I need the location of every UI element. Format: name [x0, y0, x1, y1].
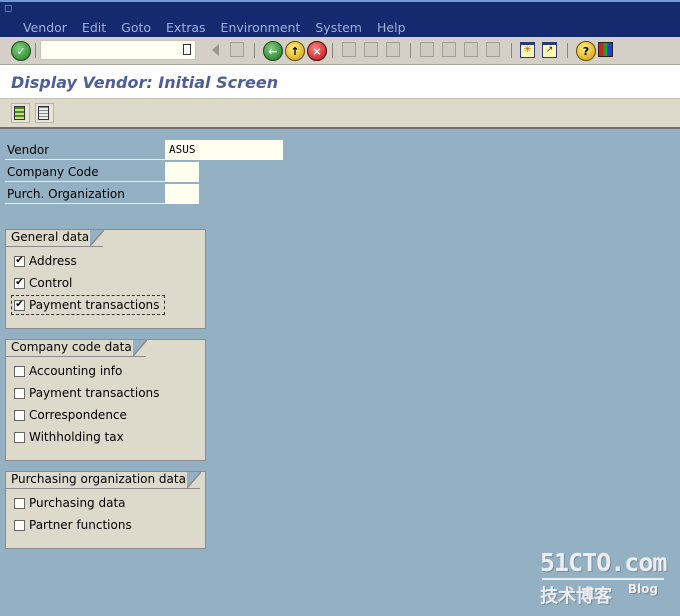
menu-vendor[interactable]: Vendor: [23, 20, 67, 35]
group-title: Purchasing organization data: [6, 472, 201, 489]
checkbox-control[interactable]: ✔ Control: [14, 276, 72, 290]
purch-org-row: Purch. Organization: [5, 184, 165, 204]
toolbar-separator: [332, 43, 333, 58]
back-icon[interactable]: ←: [263, 41, 283, 61]
checkbox-box[interactable]: ✔: [14, 277, 25, 289]
checkbox-label: Purchasing data: [29, 496, 126, 510]
menu-system[interactable]: System: [315, 20, 362, 35]
previous-page-icon[interactable]: [442, 42, 456, 57]
system-menu-icon[interactable]: ◻: [4, 4, 16, 14]
vendor-row: Vendor: [5, 140, 165, 160]
checkbox-label: Withholding tax: [29, 430, 124, 444]
menu-list: Vendor Edit Goto Extras Environment Syst…: [23, 20, 421, 35]
checkbox-box[interactable]: [14, 519, 25, 531]
enter-icon[interactable]: ✓: [11, 41, 31, 61]
create-session-icon[interactable]: ✳: [520, 42, 535, 58]
checkbox-accounting-info[interactable]: Accounting info: [14, 364, 122, 378]
next-page-icon[interactable]: [464, 42, 478, 57]
purchasing-org-data-group: Purchasing organization data Purchasing …: [5, 471, 206, 549]
help-icon[interactable]: ?: [576, 41, 596, 61]
deselect-all-button[interactable]: [35, 103, 54, 123]
last-page-icon[interactable]: [486, 42, 500, 57]
checkbox-withholding-tax[interactable]: Withholding tax: [14, 430, 124, 444]
standard-toolbar: ✓ ← ↑ × ✳ ↗ ?: [0, 37, 680, 65]
title-bar: Display Vendor: Initial Screen: [0, 65, 680, 99]
purch-org-label: Purch. Organization: [7, 187, 125, 201]
checkbox-label: Partner functions: [29, 518, 132, 532]
checkbox-box[interactable]: ✔: [14, 299, 25, 311]
checkbox-label: Address: [29, 254, 77, 268]
command-input[interactable]: [41, 41, 177, 59]
checkbox-box[interactable]: [14, 387, 25, 399]
deselect-all-icon: [38, 106, 49, 120]
cancel-icon[interactable]: ×: [307, 41, 327, 61]
checkbox-partner-functions[interactable]: Partner functions: [14, 518, 132, 532]
menu-bar: ◻ Vendor Edit Goto Extras Environment Sy…: [0, 0, 680, 37]
checkbox-label: Control: [29, 276, 73, 290]
watermark-brand: 51CTO.com: [540, 548, 667, 577]
company-code-data-group: Company code data Accounting info Paymen…: [5, 339, 206, 461]
checkbox-box[interactable]: [14, 409, 25, 421]
page-title: Display Vendor: Initial Screen: [11, 73, 279, 92]
checkbox-label: Payment transactions: [29, 298, 160, 312]
purch-org-field[interactable]: [165, 184, 199, 204]
checkbox-label: Payment transactions: [29, 386, 160, 400]
checkbox-box[interactable]: [14, 497, 25, 509]
checkbox-payment-transactions-company[interactable]: Payment transactions: [14, 386, 159, 400]
toolbar-separator: [35, 43, 36, 58]
save-icon[interactable]: [230, 42, 244, 57]
menu-edit[interactable]: Edit: [82, 20, 106, 35]
vendor-label: Vendor: [7, 143, 50, 157]
command-field[interactable]: [40, 40, 196, 60]
find-next-icon[interactable]: [386, 42, 400, 57]
checkbox-box[interactable]: [14, 365, 25, 377]
checkbox-correspondence[interactable]: Correspondence: [14, 408, 127, 422]
general-data-group: General data ✔ Address ✔ Control ✔ Payme…: [5, 229, 206, 329]
company-code-row: Company Code: [5, 162, 165, 182]
vendor-field[interactable]: ASUS: [165, 140, 283, 160]
toolbar-separator: [254, 43, 255, 58]
print-icon[interactable]: [342, 42, 356, 57]
menu-extras[interactable]: Extras: [166, 20, 206, 35]
watermark-divider: [542, 578, 664, 580]
watermark: 51CTO.com 技术博客 Blog: [540, 548, 667, 608]
menu-goto[interactable]: Goto: [121, 20, 151, 35]
group-title: Company code data: [6, 340, 147, 357]
menu-help[interactable]: Help: [377, 20, 406, 35]
exit-icon[interactable]: ↑: [285, 41, 305, 61]
watermark-blog: Blog: [627, 582, 658, 596]
toolbar-separator: [511, 43, 512, 58]
checkbox-label: Accounting info: [29, 364, 123, 378]
create-shortcut-icon[interactable]: ↗: [542, 42, 557, 58]
checkbox-address[interactable]: ✔ Address: [14, 254, 77, 268]
company-code-field[interactable]: [165, 162, 199, 182]
checkbox-box[interactable]: ✔: [14, 255, 25, 267]
first-page-icon[interactable]: [420, 42, 434, 57]
group-title: General data: [6, 230, 105, 247]
application-toolbar: [0, 99, 680, 129]
select-all-icon: [14, 106, 25, 120]
toolbar-separator: [410, 43, 411, 58]
menu-environment[interactable]: Environment: [221, 20, 301, 35]
toolbar-separator: [567, 43, 568, 58]
checkbox-label: Correspondence: [29, 408, 127, 422]
back-arrow-icon[interactable]: [212, 44, 219, 56]
checkbox-box[interactable]: [14, 431, 25, 443]
select-all-button[interactable]: [11, 103, 30, 123]
layout-menu-icon[interactable]: [598, 42, 613, 57]
checkbox-payment-transactions-general[interactable]: ✔ Payment transactions: [11, 295, 165, 315]
watermark-subtitle: 技术博客: [540, 586, 612, 607]
find-icon[interactable]: [364, 42, 378, 57]
command-history-icon[interactable]: [183, 44, 191, 55]
company-code-label: Company Code: [7, 165, 99, 179]
checkbox-purchasing-data[interactable]: Purchasing data: [14, 496, 126, 510]
